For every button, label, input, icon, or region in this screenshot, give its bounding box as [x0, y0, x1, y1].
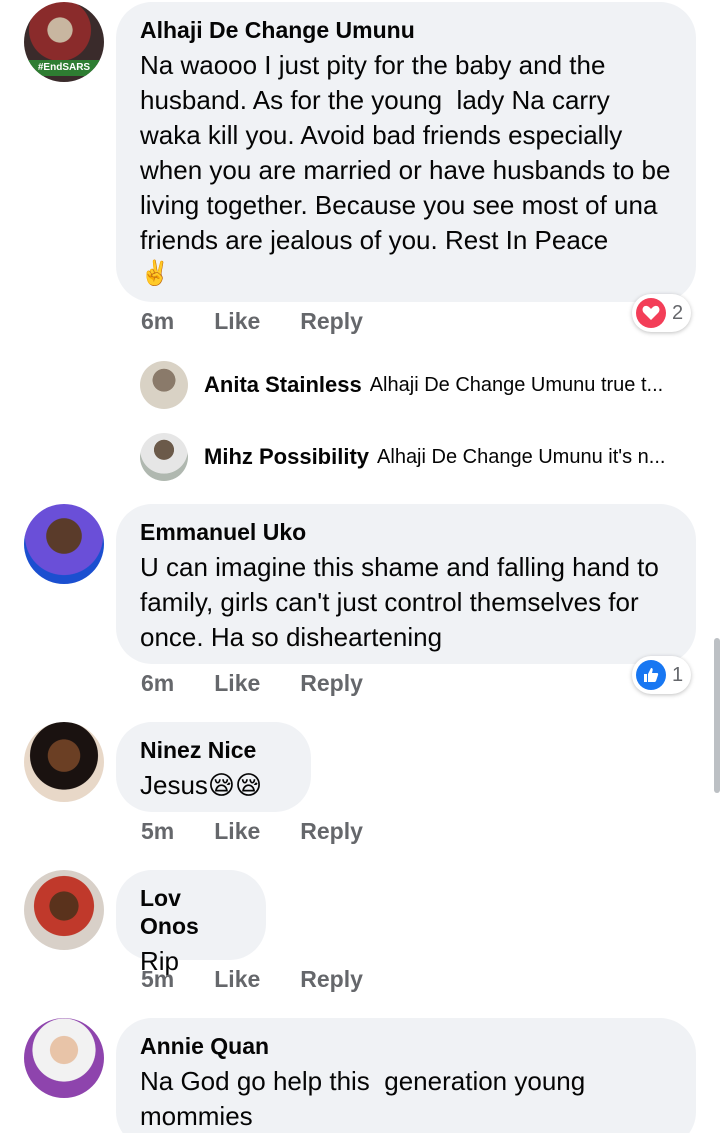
victory-hand-emoji: ✌️ — [140, 260, 170, 287]
comment-text: Na waooo I just pity for the baby and th… — [140, 50, 678, 255]
reply-button[interactable]: Reply — [300, 966, 363, 993]
avatar[interactable] — [140, 361, 188, 409]
avatar[interactable] — [24, 1018, 104, 1098]
reply-text: Alhaji De Change Umunu it's n... — [377, 445, 666, 468]
comment-time: 5m — [141, 817, 175, 844]
endsars-badge: #EndSARS — [24, 60, 104, 76]
comment-text: Na God go help this generation young mom… — [140, 1066, 593, 1131]
comment-text: Jesus😪😪 — [140, 770, 263, 800]
comment-author[interactable]: Alhaji De Change Umunu — [140, 16, 672, 44]
comment-time: 6m — [141, 307, 175, 334]
comment-actions: 6m Like Reply — [141, 668, 363, 698]
comment-bubble[interactable]: Ninez Nice Jesus😪😪 — [116, 722, 311, 812]
comment-author[interactable]: Annie Quan — [140, 1032, 672, 1060]
reply-button[interactable]: Reply — [300, 670, 363, 697]
comment-text: U can imagine this shame and falling han… — [140, 552, 667, 652]
avatar[interactable]: #EndSARS — [24, 2, 104, 82]
comment-time: 5m — [141, 965, 175, 992]
comment-author[interactable]: Emmanuel Uko — [140, 518, 672, 546]
like-icon — [636, 660, 666, 690]
reply-button[interactable]: Reply — [300, 308, 363, 335]
reply-author[interactable]: Mihz Possibility — [204, 444, 369, 470]
reply-author[interactable]: Anita Stainless — [204, 372, 362, 398]
like-button[interactable]: Like — [214, 966, 260, 993]
reaction-summary[interactable]: 1 — [632, 656, 692, 694]
avatar[interactable] — [140, 433, 188, 481]
comment-bubble[interactable]: Annie Quan Na God go help this generatio… — [116, 1018, 696, 1133]
reply-text: Alhaji De Change Umunu true t... — [369, 373, 664, 396]
comments-page: #EndSARS Alhaji De Change Umunu Na waooo… — [0, 0, 720, 1133]
comment-author[interactable]: Lov Onos — [140, 884, 242, 940]
like-button[interactable]: Like — [214, 308, 260, 335]
comment-actions: 5m Like Reply — [141, 964, 363, 994]
comment-bubble[interactable]: Alhaji De Change Umunu Na waooo I just p… — [116, 2, 696, 302]
comment-time: 6m — [141, 669, 175, 696]
avatar[interactable] — [24, 722, 104, 802]
reply-preview[interactable]: Mihz Possibility Alhaji De Change Umunu … — [140, 432, 700, 482]
reaction-count: 1 — [672, 663, 684, 686]
comment-bubble[interactable]: Lov Onos Rip — [116, 870, 266, 976]
reply-preview[interactable]: Anita Stainless Alhaji De Change Umunu t… — [140, 360, 700, 410]
reply-button[interactable]: Reply — [300, 818, 363, 845]
like-button[interactable]: Like — [214, 818, 260, 845]
reaction-count: 2 — [672, 301, 684, 324]
comment-author[interactable]: Ninez Nice — [140, 736, 287, 764]
scrollbar[interactable] — [714, 638, 720, 793]
comment-actions: 5m Like Reply — [141, 816, 363, 846]
love-icon — [636, 298, 666, 328]
reaction-summary[interactable]: 2 — [632, 294, 692, 332]
comment-bubble[interactable]: Emmanuel Uko U can imagine this shame an… — [116, 504, 696, 664]
like-button[interactable]: Like — [214, 670, 260, 697]
comment-actions: 6m Like Reply — [141, 306, 363, 336]
avatar[interactable] — [24, 504, 104, 584]
avatar[interactable] — [24, 870, 104, 950]
